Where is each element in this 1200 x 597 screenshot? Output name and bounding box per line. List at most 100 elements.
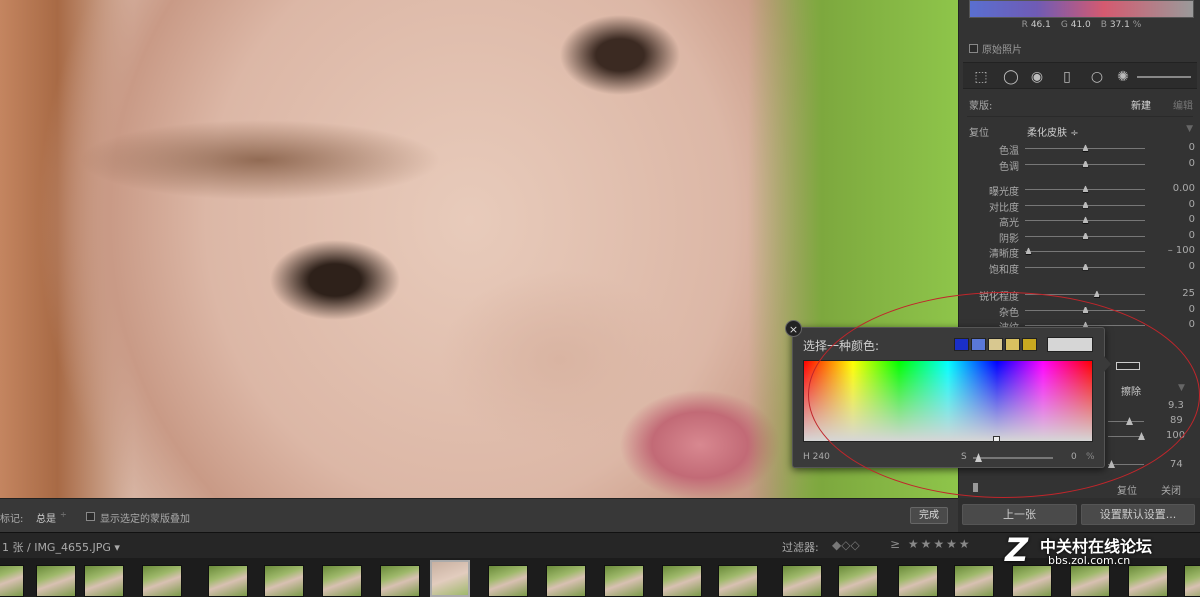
color-swatch[interactable] [954,338,969,351]
brush-size-value: 9.3 [1168,400,1184,411]
brush-preview-icon[interactable] [1116,362,1140,370]
slider-track[interactable] [1025,251,1145,252]
slider-row: 色调 0 [959,157,1200,173]
red-eye-icon[interactable]: ◉ [1029,69,1045,85]
mask-edit-button[interactable]: 编辑 [1173,97,1193,112]
color-swatch[interactable] [971,338,986,351]
filmstrip-thumbnail[interactable] [322,565,362,597]
nav-button-row: 上一张 设置默认设置... [958,498,1200,532]
erase-button[interactable]: 擦除 [1121,383,1141,398]
filmstrip-thumbnail[interactable] [838,565,878,597]
rating-filter[interactable]: ≥ ★★★★★ [890,537,972,551]
original-photo-checkbox[interactable] [969,44,978,53]
crop-overlay-icon[interactable]: ⬚ [973,69,989,85]
panel-footer: 复位 关闭 [959,478,1200,498]
filmstrip-thumbnail[interactable] [380,565,420,597]
filmstrip-thumbnail[interactable] [488,565,528,597]
filmstrip-thumbnail[interactable] [898,565,938,597]
filmstrip-thumbnail[interactable] [264,565,304,597]
collapse-triangle-icon[interactable]: ▼ [1186,124,1193,134]
filmstrip-thumbnail[interactable] [546,565,586,597]
flag-filter-icon[interactable]: ◆◇◇ [832,538,860,552]
filter-label: 过滤器: [782,541,819,554]
slider-value[interactable]: – 100 [1168,245,1195,256]
radial-filter-icon[interactable]: ○ [1089,69,1105,85]
graduated-filter-icon[interactable]: ▯ [1059,69,1075,85]
slider-row: 杂色 0 [959,303,1200,319]
slider-value[interactable]: 0 [1189,230,1195,241]
spectrum-marker[interactable] [993,436,1000,442]
slider-row: 曝光度 0.00 [959,182,1200,198]
filmstrip-thumbnail[interactable] [430,560,470,597]
filmstrip-thumbnail[interactable] [36,565,76,597]
lightroom-window: R 46.1 G 41.0 B 37.1 % 原始照片 ⬚ ◯ ◉ ▯ ○ ✺ … [0,0,1200,597]
filmstrip-thumbnail[interactable] [1070,565,1110,597]
preset-dropdown[interactable]: 柔化皮肤 ÷ [1027,124,1079,139]
reset-button[interactable]: 复位 [1117,482,1137,497]
filmstrip-thumbnail[interactable] [662,565,702,597]
preset-row: 复位 柔化皮肤 ÷ ▼ [969,124,1195,139]
slider-label: 曝光度 [989,187,1019,198]
filmstrip-thumbnail[interactable] [718,565,758,597]
slider-label: 清晰度 [989,249,1019,260]
slider-label: 色调 [999,161,1019,173]
slider-value[interactable]: 0 [1189,304,1195,315]
color-swatch[interactable] [1022,338,1037,351]
dropdown-caret-icon[interactable]: ÷ [60,510,67,519]
filmstrip-thumbnail[interactable] [1012,565,1052,597]
color-swatch[interactable] [1005,338,1020,351]
slider-row: 高光 0 [959,213,1200,229]
filmstrip-thumbnail[interactable] [1128,565,1168,597]
filmstrip-thumbnail[interactable] [604,565,644,597]
filmstrip-thumbnail[interactable] [208,565,248,597]
color-spectrum[interactable] [803,360,1093,442]
slider-value[interactable]: 0 [1189,199,1195,210]
previous-button[interactable]: 上一张 [962,504,1077,525]
slider-value[interactable]: 25 [1182,288,1195,299]
done-button[interactable]: 完成 [910,507,948,524]
mask-new-button[interactable]: 新建 [1131,97,1151,112]
set-default-button[interactable]: 设置默认设置... [1081,504,1195,525]
original-photo-toggle[interactable]: 原始照片 [969,41,1022,56]
tool-slider[interactable] [1137,76,1191,78]
filmstrip-thumbnail[interactable] [1184,565,1200,597]
hue-readout: H 240 [803,452,830,462]
slider-value[interactable]: 0 [1189,261,1195,272]
brush-feather-track[interactable] [1108,421,1144,422]
slider-track[interactable] [1025,294,1145,295]
slider-row: 锐化程度 25 [959,287,1200,303]
adjustment-brush-icon[interactable]: ✺ [1115,69,1131,85]
mask-label: 蒙版: [969,101,993,112]
slider-value[interactable]: 0 [1189,319,1195,330]
saturation-label: S [961,452,967,462]
close-icon[interactable]: × [785,320,802,337]
filmstrip-thumbnail[interactable] [0,565,24,597]
saturation-track[interactable] [973,457,1053,459]
slider-value[interactable]: 0.00 [1173,183,1195,194]
tool-strip: ⬚ ◯ ◉ ▯ ○ ✺ [963,62,1197,89]
brush-feather-value: 89 [1170,415,1183,426]
current-file-label[interactable]: 1 张 / IMG_4655.JPG ▾ [2,539,120,555]
brush-flow-track[interactable] [1108,436,1144,437]
filmstrip-thumbnail[interactable] [782,565,822,597]
filmstrip-thumbnail[interactable] [84,565,124,597]
slider-value[interactable]: 0 [1189,158,1195,169]
watermark-url: bbs.zol.com.cn [1048,554,1131,567]
color-picker-popup: × 选择一种颜色: H 240 S 0 % [785,320,1111,468]
close-button[interactable]: 关闭 [1161,482,1181,497]
filmstrip-thumbnail[interactable] [954,565,994,597]
panel-switch-icon[interactable] [973,483,978,492]
mask-row: 蒙版: 新建 编辑 [969,97,1195,112]
color-swatch[interactable] [988,338,1003,351]
slider-value[interactable]: 0 [1189,142,1195,153]
current-color-swatch[interactable] [1047,337,1093,352]
slider-value[interactable]: 0 [1189,214,1195,225]
filmstrip-thumbnail[interactable] [142,565,182,597]
spot-removal-icon[interactable]: ◯ [1003,69,1019,85]
overlay-checkbox[interactable] [86,512,95,521]
preset-reset-label[interactable]: 复位 [969,128,989,139]
slider-row: 清晰度 – 100 [959,244,1200,260]
collapse-triangle-icon[interactable]: ▼ [1178,383,1185,393]
slider-label: 高光 [999,218,1019,229]
mark-dropdown[interactable]: 总是 [36,510,56,525]
